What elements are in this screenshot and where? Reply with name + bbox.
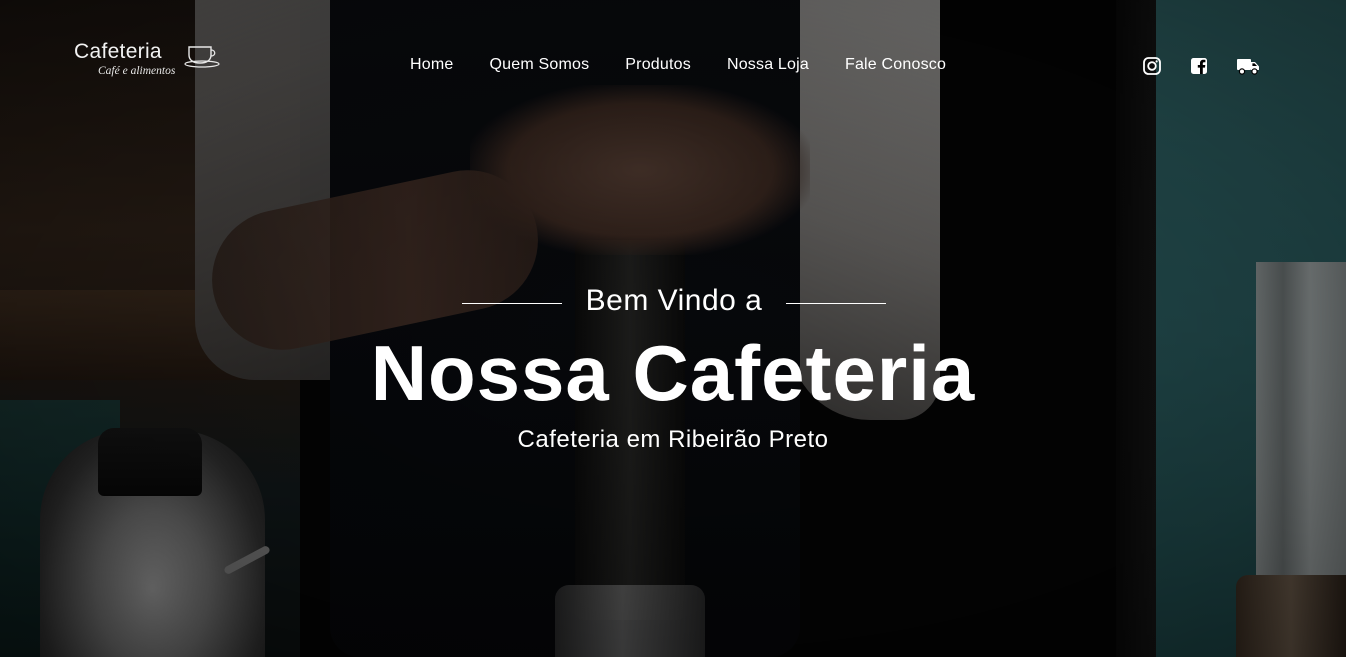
nav-produtos[interactable]: Produtos: [625, 56, 691, 78]
hero-section: Bem Vindo a Nossa Cafeteria Cafeteria em…: [0, 280, 1346, 460]
decorative-line-right: [786, 303, 886, 304]
instagram-icon[interactable]: [1141, 55, 1163, 77]
delivery-truck-icon[interactable]: [1236, 55, 1260, 77]
main-navigation: Home Quem Somos Produtos Nossa Loja Fale…: [410, 56, 946, 78]
site-logo[interactable]: Cafeteria Café e alimentos: [74, 40, 226, 82]
site-header: Cafeteria Café e alimentos Home Quem Som…: [0, 0, 1346, 120]
logo-tagline: Café e alimentos: [98, 65, 176, 77]
hero-subtitle: Cafeteria em Ribeirão Preto: [517, 426, 829, 453]
logo-name: Cafeteria: [74, 40, 162, 63]
decorative-line-left: [462, 303, 562, 304]
welcome-row: Bem Vindo a: [462, 284, 886, 320]
nav-quem-somos[interactable]: Quem Somos: [489, 56, 589, 78]
facebook-icon[interactable]: [1188, 55, 1210, 77]
nav-nossa-loja[interactable]: Nossa Loja: [727, 56, 809, 78]
welcome-text: Bem Vindo a: [585, 284, 763, 317]
coffee-cup-icon: [184, 46, 220, 68]
nav-fale-conosco[interactable]: Fale Conosco: [845, 56, 946, 78]
hero-title: Nossa Cafeteria: [370, 329, 976, 417]
social-links: [1141, 54, 1260, 78]
nav-home[interactable]: Home: [410, 56, 453, 78]
